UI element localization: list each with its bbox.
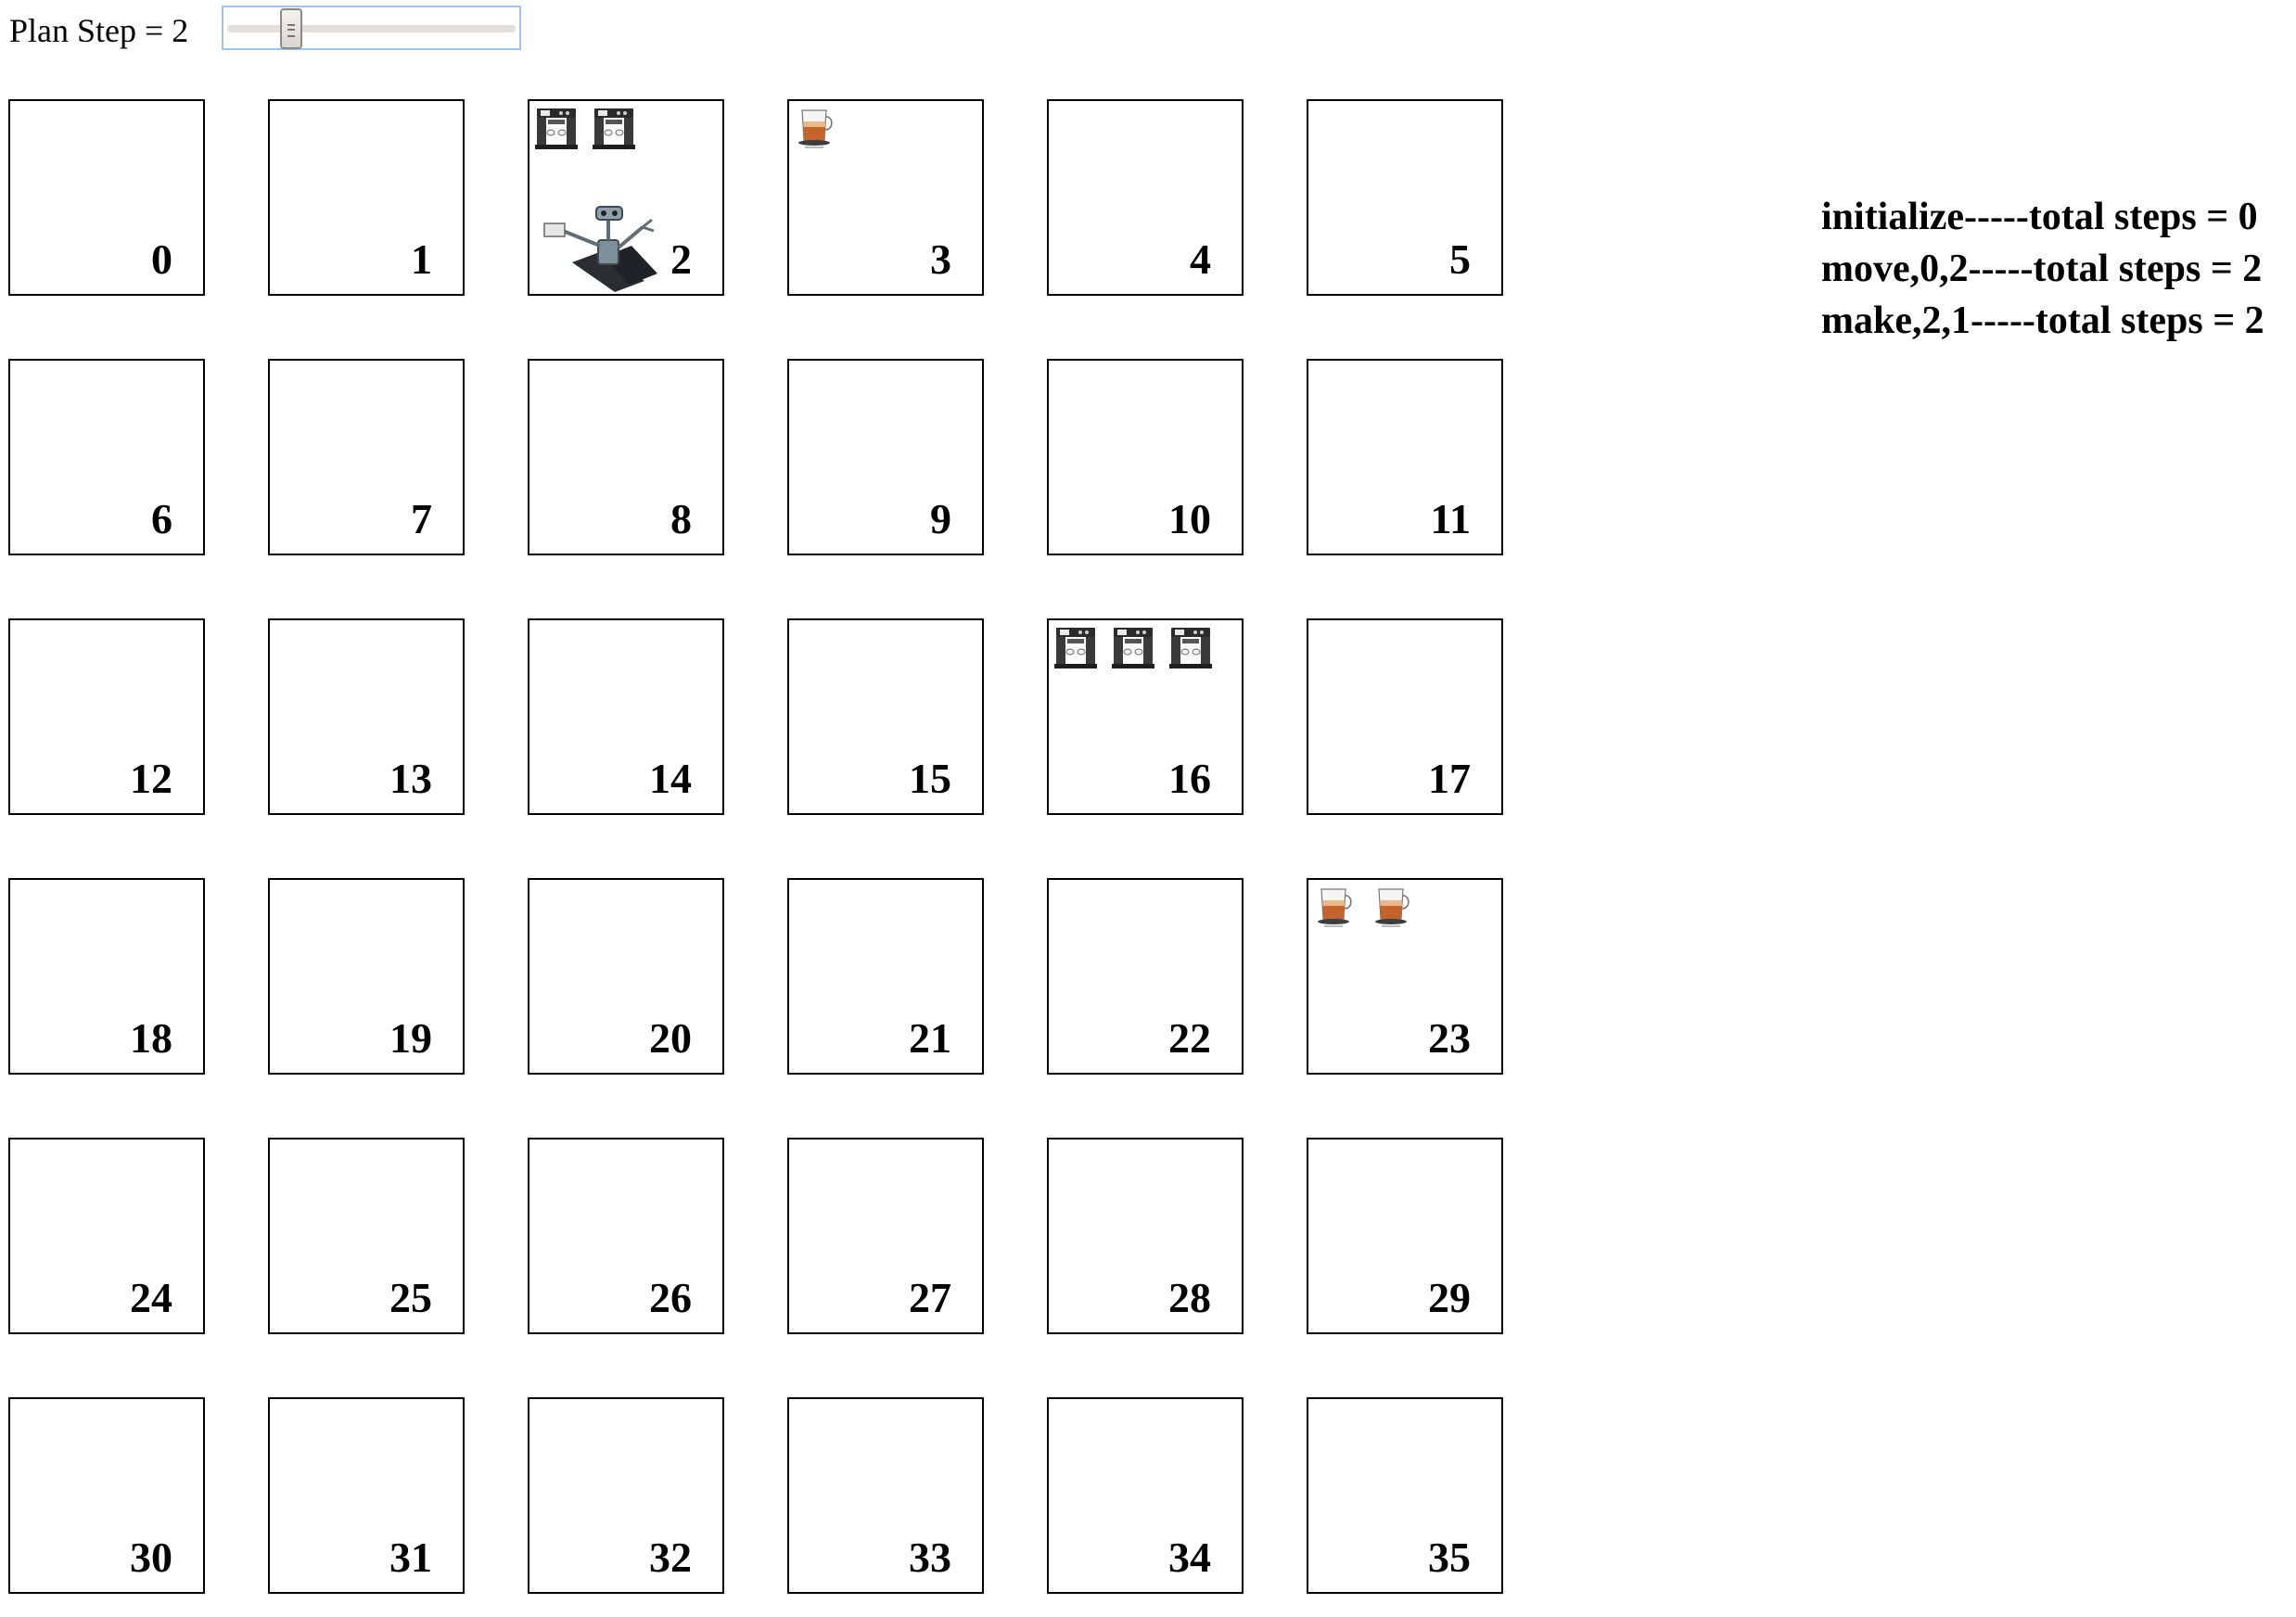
coffee-cup-icon [798, 109, 833, 148]
grid-cell-9: 9 [787, 359, 984, 555]
grid-cell-31: 31 [268, 1397, 465, 1594]
grid-cell-20: 20 [528, 878, 724, 1075]
cell-number: 21 [909, 1014, 951, 1062]
log-line: move,0,2-----total steps = 2 [1821, 248, 2263, 290]
cell-items [533, 105, 637, 151]
plan-step-controls: Plan Step = 2 [9, 6, 188, 56]
cell-number: 1 [411, 236, 432, 283]
cell-number: 8 [670, 495, 692, 542]
coffee-machine-icon [1112, 628, 1154, 668]
grid-cell-2: 2 [528, 99, 724, 296]
cell-number: 9 [930, 495, 951, 542]
grid-cell-10: 10 [1047, 359, 1244, 555]
robot-icon [543, 206, 657, 292]
cell-number: 32 [649, 1534, 692, 1581]
cell-number: 5 [1449, 236, 1471, 283]
coffee-machine-icon [593, 108, 635, 149]
coffee-machine-icon [1054, 628, 1097, 668]
cell-number: 31 [389, 1534, 432, 1581]
cell-number: 22 [1168, 1014, 1211, 1062]
action-log: initialize-----total steps = 0 move,0,2--… [1821, 191, 2264, 347]
slider-thumb[interactable] [280, 8, 303, 49]
cell-number: 17 [1428, 755, 1471, 802]
cell-number: 0 [151, 236, 172, 283]
grid-cell-18: 18 [8, 878, 205, 1075]
cell-number: 12 [130, 755, 172, 802]
cell-number: 29 [1428, 1274, 1471, 1321]
coffee-machine-icon [535, 108, 578, 149]
cell-number: 13 [389, 755, 432, 802]
cell-number: 23 [1428, 1014, 1471, 1062]
grid-cell-21: 21 [787, 878, 984, 1075]
cell-number: 4 [1190, 236, 1211, 283]
grid-cell-6: 6 [8, 359, 205, 555]
grid-cell-24: 24 [8, 1138, 205, 1334]
cell-number: 16 [1168, 755, 1211, 802]
grid-cell-3: 3 [787, 99, 984, 296]
grid-cell-11: 11 [1307, 359, 1503, 555]
slider-track[interactable] [227, 25, 516, 32]
grid-cell-15: 15 [787, 618, 984, 815]
grid-cell-27: 27 [787, 1138, 984, 1334]
cell-number: 18 [130, 1014, 172, 1062]
coffee-cup-icon [1318, 888, 1352, 927]
cell-number: 20 [649, 1014, 692, 1062]
log-line: initialize-----total steps = 0 [1821, 196, 2258, 238]
plan-step-slider[interactable] [222, 6, 521, 50]
cell-number: 15 [909, 755, 951, 802]
grid-board: 0 1 2 3 4 5 6 7 8 9 10 11 12 13 14 15 16 17 18 19 20 21 22 23 24… [8, 99, 1503, 1594]
grid-cell-8: 8 [528, 359, 724, 555]
cell-number: 28 [1168, 1274, 1211, 1321]
cell-number: 7 [411, 495, 432, 542]
cell-number: 30 [130, 1534, 172, 1581]
cell-number: 27 [909, 1274, 951, 1321]
cell-number: 3 [930, 236, 951, 283]
cell-number: 33 [909, 1534, 951, 1581]
cell-number: 24 [130, 1274, 172, 1321]
grid-cell-26: 26 [528, 1138, 724, 1334]
grid-cell-28: 28 [1047, 1138, 1244, 1334]
grid-cell-29: 29 [1307, 1138, 1503, 1334]
cell-items [1312, 884, 1416, 930]
grid-cell-32: 32 [528, 1397, 724, 1594]
grid-cell-16: 16 [1047, 618, 1244, 815]
grid-cell-34: 34 [1047, 1397, 1244, 1594]
grid-cell-35: 35 [1307, 1397, 1503, 1594]
plan-step-label: Plan Step = 2 [9, 12, 189, 49]
grid-cell-12: 12 [8, 618, 205, 815]
cell-number: 35 [1428, 1534, 1471, 1581]
grid-cell-23: 23 [1307, 878, 1503, 1075]
cell-number: 34 [1168, 1534, 1211, 1581]
grid-cell-14: 14 [528, 618, 724, 815]
cell-number: 10 [1168, 495, 1211, 542]
grid-cell-17: 17 [1307, 618, 1503, 815]
grid-cell-13: 13 [268, 618, 465, 815]
grid-cell-0: 0 [8, 99, 205, 296]
grid-cell-22: 22 [1047, 878, 1244, 1075]
cell-number: 2 [670, 236, 692, 283]
cell-number: 6 [151, 495, 172, 542]
cell-number: 26 [649, 1274, 692, 1321]
cell-number: 25 [389, 1274, 432, 1321]
coffee-cup-icon [1375, 888, 1409, 927]
cell-number: 19 [389, 1014, 432, 1062]
grid-cell-30: 30 [8, 1397, 205, 1594]
grid-cell-1: 1 [268, 99, 465, 296]
grid-cell-5: 5 [1307, 99, 1503, 296]
coffee-machine-icon [1169, 628, 1212, 668]
cell-number: 14 [649, 755, 692, 802]
grid-cell-19: 19 [268, 878, 465, 1075]
grid-cell-33: 33 [787, 1397, 984, 1594]
cell-items [1052, 624, 1214, 670]
cell-number: 11 [1430, 495, 1471, 542]
cell-items [793, 105, 839, 151]
log-line: make,2,1-----total steps = 2 [1821, 299, 2264, 342]
grid-cell-4: 4 [1047, 99, 1244, 296]
grid-cell-25: 25 [268, 1138, 465, 1334]
grid-cell-7: 7 [268, 359, 465, 555]
